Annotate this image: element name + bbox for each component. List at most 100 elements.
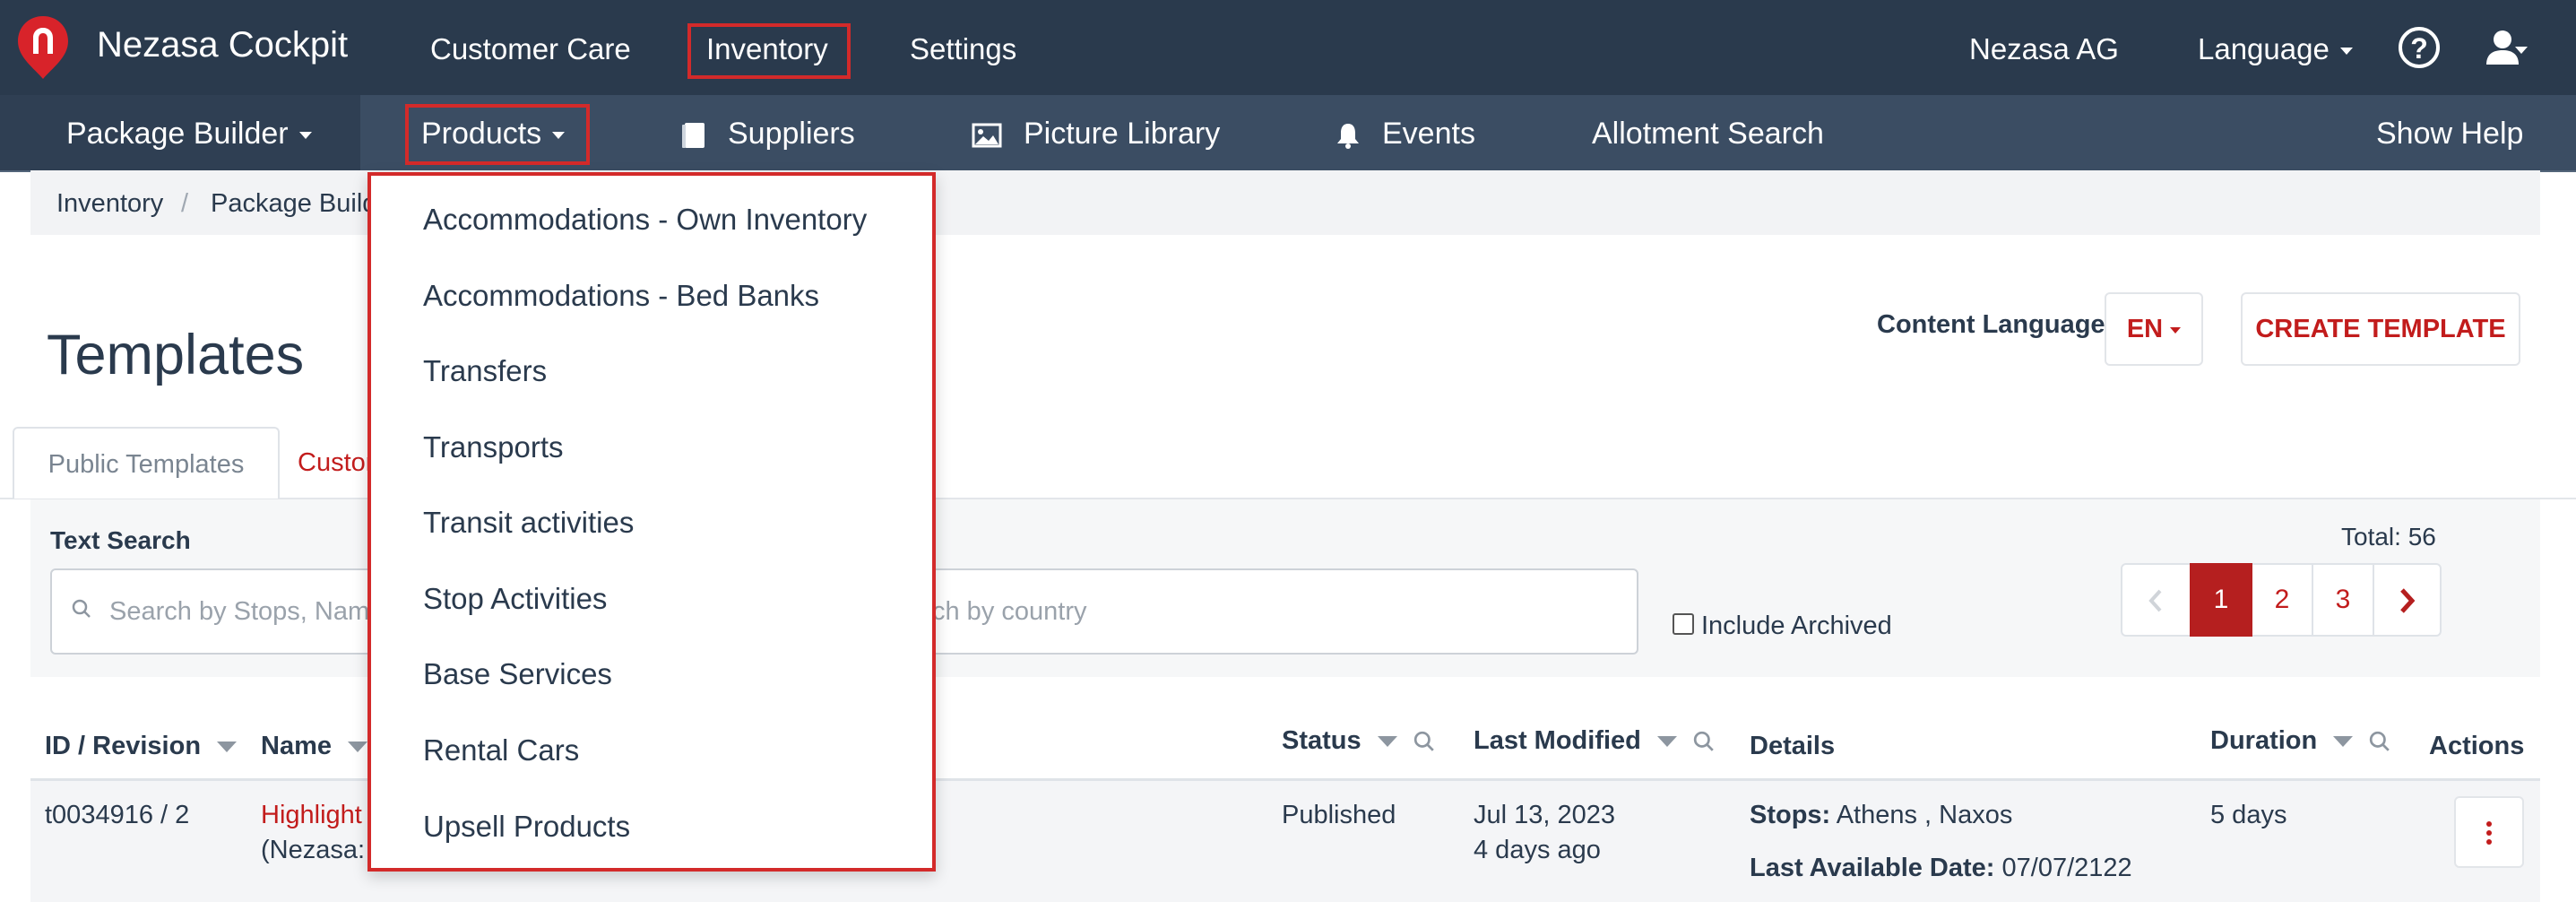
column-header-status-label: Status <box>1282 726 1361 755</box>
row-stops: Stops: Athens , Naxos <box>1750 801 2012 830</box>
nav-events[interactable]: Events <box>1336 95 1475 170</box>
row-stops-value: Athens , Naxos <box>1836 801 2013 829</box>
language-menu[interactable]: Language <box>2198 0 2353 95</box>
content-language-dropdown[interactable]: EN <box>2105 292 2203 366</box>
breadcrumb-inventory[interactable]: Inventory <box>56 170 163 235</box>
products-label: Products <box>421 117 542 151</box>
row-last-available-date: Last Available Date: 07/07/2122 <box>1750 854 2132 883</box>
search-icon[interactable] <box>2369 731 2390 752</box>
row-stops-label: Stops: <box>1750 801 1831 829</box>
bell-icon <box>1337 124 1359 150</box>
search-icon[interactable] <box>1413 731 1435 752</box>
column-header-name[interactable]: Name <box>261 732 367 761</box>
breadcrumb-separator: / <box>181 189 189 218</box>
column-header-duration-label: Duration <box>2210 726 2318 755</box>
pagination-page-2[interactable]: 2 <box>2252 563 2312 637</box>
tab-public-templates[interactable]: Public Templates <box>13 427 280 499</box>
row-last-date-label: Last Available Date: <box>1750 854 1995 882</box>
nezasa-logo-icon[interactable] <box>16 14 70 81</box>
brand-title[interactable]: Nezasa Cockpit <box>97 0 348 90</box>
menu-item-transit-activities[interactable]: Transit activities <box>423 506 634 540</box>
column-header-actions: Actions <box>2429 732 2525 760</box>
sort-caret-icon[interactable] <box>1656 736 1677 748</box>
chevron-down-icon <box>2339 48 2353 56</box>
nav-package-builder[interactable]: Package Builder <box>66 95 312 170</box>
row-last-date-value: 07/07/2122 <box>2001 854 2132 882</box>
column-header-status[interactable]: Status <box>1282 726 1435 756</box>
row-status: Published <box>1282 801 1396 829</box>
row-name-sub: (Nezasa: <box>261 836 366 864</box>
user-chevron-down-icon <box>2515 47 2528 54</box>
pagination-next[interactable] <box>2374 563 2440 637</box>
nav-products[interactable]: Products <box>421 95 566 170</box>
picture-library-label: Picture Library <box>1024 117 1221 151</box>
package-builder-label: Package Builder <box>66 117 289 151</box>
menu-item-upsell-products[interactable]: Upsell Products <box>423 810 630 844</box>
search-icon <box>72 599 91 618</box>
nav-inventory[interactable]: Inventory <box>706 0 828 95</box>
menu-item-accommodations-bed-banks[interactable]: Accommodations - Bed Banks <box>423 279 819 313</box>
row-actions-button[interactable] <box>2454 796 2524 868</box>
row-modified-date: Jul 13, 2023 <box>1474 801 1616 829</box>
nav-customer-care[interactable]: Customer Care <box>430 0 631 95</box>
pagination-page-3[interactable]: 3 <box>2313 563 2373 637</box>
sort-caret-icon[interactable] <box>2333 736 2354 748</box>
include-archived-label[interactable]: Include Archived <box>1701 611 1892 641</box>
sort-caret-icon[interactable] <box>1377 736 1397 748</box>
breadcrumb-package-builder[interactable]: Package Build <box>211 170 376 235</box>
chevron-down-icon <box>298 132 312 140</box>
show-help-link[interactable]: Show Help <box>2376 95 2523 170</box>
events-label: Events <box>1382 117 1475 151</box>
text-search-label: Text Search <box>50 526 191 554</box>
column-header-last-modified[interactable]: Last Modified <box>1474 726 1715 756</box>
nav-settings[interactable]: Settings <box>910 0 1016 95</box>
nav-picture-library[interactable]: Picture Library <box>972 95 1220 170</box>
content-language-value: EN <box>2126 315 2164 343</box>
row-id: t0034916 / 2 <box>45 801 190 829</box>
nav-suppliers[interactable]: Suppliers <box>681 95 855 170</box>
kebab-menu-icon <box>2486 839 2492 845</box>
chevron-down-icon <box>552 132 566 140</box>
pagination-prev[interactable] <box>2122 563 2189 637</box>
sort-caret-icon[interactable] <box>217 742 238 753</box>
content-language-label: Content Language <box>1877 310 2105 339</box>
sort-caret-icon[interactable] <box>348 742 367 753</box>
column-header-duration[interactable]: Duration <box>2210 726 2390 756</box>
language-label: Language <box>2198 32 2330 65</box>
suppliers-label: Suppliers <box>728 117 855 151</box>
column-header-details: Details <box>1750 732 1836 760</box>
chevron-left-icon <box>2148 589 2162 612</box>
book-icon <box>682 123 705 149</box>
chevron-right-icon <box>2399 588 2415 613</box>
column-header-id-label: ID / Revision <box>45 732 202 760</box>
top-navbar <box>0 0 2576 95</box>
row-modified-relative: 4 days ago <box>1474 836 1601 864</box>
page-title: Templates <box>47 324 305 386</box>
menu-item-transports[interactable]: Transports <box>423 430 564 464</box>
column-header-id[interactable]: ID / Revision <box>45 732 238 761</box>
menu-item-transfers[interactable]: Transfers <box>423 354 547 388</box>
menu-item-stop-activities[interactable]: Stop Activities <box>423 582 607 616</box>
column-header-name-label: Name <box>261 732 332 760</box>
country-search-input[interactable]: ch by country <box>878 568 1638 655</box>
menu-item-accommodations-own-inventory[interactable]: Accommodations - Own Inventory <box>423 203 867 237</box>
kebab-menu-icon <box>2486 821 2492 827</box>
text-search-placeholder: Search by Stops, Name <box>109 597 385 626</box>
image-icon <box>972 123 1002 148</box>
create-template-button[interactable]: CREATE TEMPLATE <box>2241 292 2520 366</box>
include-archived-checkbox[interactable] <box>1673 613 1694 635</box>
total-count: Total: 56 <box>2341 523 2436 551</box>
secondary-navbar <box>0 95 2576 172</box>
row-duration: 5 days <box>2210 801 2287 829</box>
menu-item-base-services[interactable]: Base Services <box>423 657 612 691</box>
help-circle-icon[interactable]: ? <box>2399 27 2440 68</box>
row-name-link[interactable]: Highlight <box>261 801 362 830</box>
kebab-menu-icon <box>2486 830 2492 836</box>
column-header-last-modified-label: Last Modified <box>1474 726 1641 755</box>
nav-allotment-search[interactable]: Allotment Search <box>1592 95 1824 170</box>
pagination-page-1[interactable]: 1 <box>2190 563 2252 637</box>
menu-item-rental-cars[interactable]: Rental Cars <box>423 733 579 768</box>
text-search-input[interactable]: Search by Stops, Name <box>50 568 391 655</box>
company-name[interactable]: Nezasa AG <box>1969 0 2119 95</box>
search-icon[interactable] <box>1693 731 1715 752</box>
